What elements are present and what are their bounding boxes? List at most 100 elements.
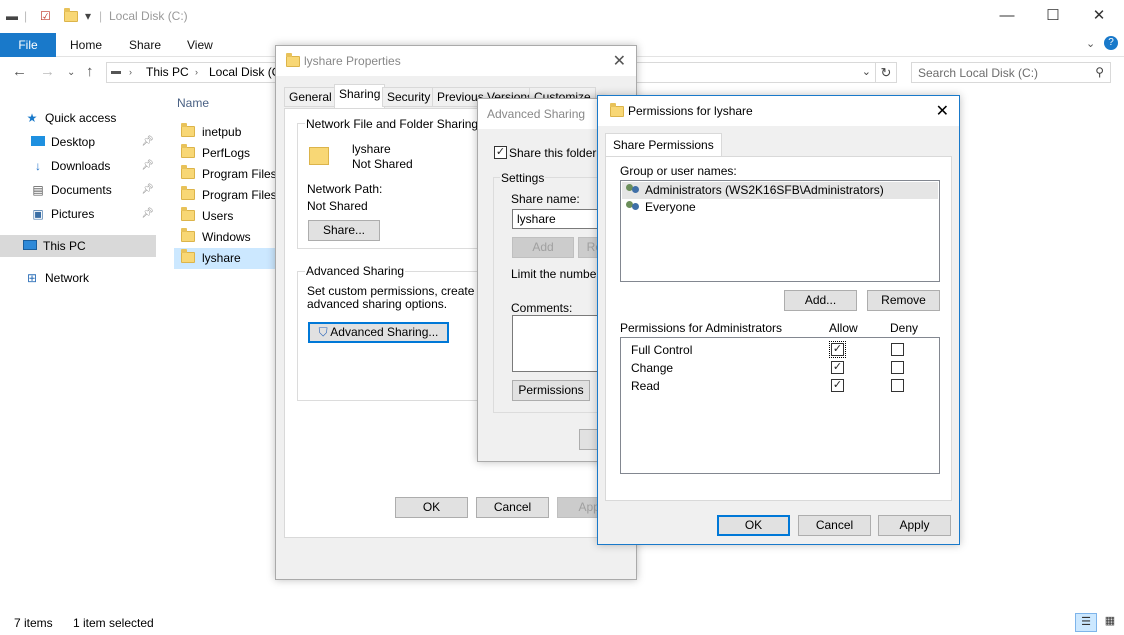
computer-icon [22, 235, 38, 257]
address-dropdown-icon[interactable]: ⌄ [862, 65, 871, 78]
nav-documents[interactable]: ▤ Documents 📌︎ [30, 179, 156, 201]
ok-button[interactable]: OK [395, 497, 468, 518]
ok-button[interactable]: OK [717, 515, 790, 536]
nav-downloads[interactable]: ↓ Downloads 📌︎ [30, 155, 156, 177]
share-this-folder-checkbox[interactable]: ✓ [494, 146, 507, 159]
pin-icon[interactable]: 📌︎ [141, 179, 154, 201]
file-row-windows[interactable]: Windows [174, 227, 279, 248]
tab-view[interactable]: View [187, 38, 213, 52]
file-row-users[interactable]: Users [174, 206, 279, 227]
remove-user-button[interactable]: Remove [867, 290, 940, 311]
downloads-icon: ↓ [35, 159, 41, 173]
file-row-program-files[interactable]: Program Files [174, 164, 279, 185]
crumb-this-pc[interactable]: This PC [146, 65, 189, 79]
close-button[interactable]: ✕ [1076, 4, 1122, 28]
advanced-sharing-title: Advanced Sharing [487, 107, 586, 121]
tab-general[interactable]: General [284, 87, 337, 107]
maximize-button[interactable]: ☐ [1030, 4, 1076, 28]
separator: | [99, 9, 103, 23]
forward-arrow-icon[interactable]: → [40, 63, 55, 80]
properties-title: lyshare Properties [304, 54, 401, 68]
share-name-label: Share name: [511, 192, 580, 206]
file-row-program-files-x86[interactable]: Program Files (x86) [174, 185, 279, 206]
folder-icon [181, 228, 195, 242]
share-this-folder-label: Share this folder [509, 146, 597, 160]
close-icon[interactable]: ✕ [936, 101, 949, 121]
tab-sharing[interactable]: Sharing [334, 84, 386, 108]
close-icon[interactable]: ✕ [613, 51, 626, 71]
comments-label: Comments: [511, 301, 573, 315]
share-button[interactable]: Share... [308, 220, 380, 241]
users-group-icon [626, 201, 642, 213]
cancel-button[interactable]: Cancel [476, 497, 549, 518]
user-row-everyone[interactable]: Everyone [622, 199, 938, 216]
users-group-icon [626, 184, 642, 196]
expand-ribbon-icon[interactable]: ⌄ [1086, 37, 1095, 50]
advanced-sharing-description-2: advanced sharing options. [307, 297, 448, 311]
search-input[interactable]: Search Local Disk (C:) ⚲ [911, 62, 1111, 83]
folder-icon [181, 123, 195, 137]
add-user-button[interactable]: Add... [784, 290, 857, 311]
users-listbox[interactable]: Administrators (WS2K16SFB\Administrators… [620, 180, 940, 282]
apply-button[interactable]: Apply [878, 515, 951, 536]
change-deny-checkbox[interactable] [891, 361, 904, 374]
tab-security[interactable]: Security [382, 87, 436, 107]
group-title-advanced-sharing: Advanced Sharing [305, 264, 406, 278]
search-placeholder: Search Local Disk (C:) [918, 66, 1039, 80]
new-folder-icon[interactable] [64, 8, 78, 25]
large-icons-view-icon[interactable]: ▦ [1100, 613, 1120, 632]
customize-quick-access-icon[interactable]: ▾ [85, 9, 91, 23]
nav-this-pc[interactable]: This PC [0, 235, 156, 257]
advanced-sharing-button[interactable]: ⛉ Advanced Sharing... [308, 322, 449, 343]
network-icon: ⊞ [26, 271, 38, 285]
read-allow-checkbox[interactable]: ✓ [831, 379, 844, 392]
full-control-deny-checkbox[interactable] [891, 343, 904, 356]
column-header-name[interactable]: Name [177, 96, 209, 110]
permissions-button[interactable]: Permissions [512, 380, 590, 401]
change-allow-checkbox[interactable]: ✓ [831, 361, 844, 374]
add-share-button[interactable]: Add [512, 237, 574, 258]
group-user-label: Group or user names: [620, 164, 737, 178]
settings-title: Settings [500, 171, 546, 185]
full-control-allow-checkbox[interactable]: ✓ [829, 341, 846, 358]
shared-folder-icon [309, 147, 329, 168]
file-row-inetpub[interactable]: inetpub [174, 122, 279, 143]
pin-icon[interactable]: 📌︎ [141, 203, 154, 225]
share-permissions-pane: Group or user names: Administrators (WS2… [605, 156, 952, 501]
nav-quick-access[interactable]: ★ Quick access [24, 107, 156, 129]
cancel-button[interactable]: Cancel [798, 515, 871, 536]
up-arrow-icon[interactable]: ↑ [86, 63, 94, 80]
properties-icon[interactable]: ☑ [40, 9, 51, 23]
permissions-listbox: Full Control ✓ Change ✓ Read ✓ [620, 337, 940, 474]
file-row-lyshare[interactable]: lyshare [174, 248, 279, 269]
search-icon: ⚲ [1095, 65, 1104, 79]
tab-home[interactable]: Home [70, 38, 102, 52]
tab-share-permissions[interactable]: Share Permissions [605, 133, 722, 157]
permission-name: Change [631, 361, 674, 375]
status-item-count: 7 items [14, 616, 53, 630]
refresh-icon[interactable]: ↻ [876, 62, 897, 83]
help-icon[interactable]: ? [1104, 36, 1118, 50]
tab-share[interactable]: Share [129, 38, 161, 52]
nav-network[interactable]: ⊞ Network [24, 267, 156, 289]
pin-icon[interactable]: 📌︎ [141, 155, 154, 177]
recent-locations-icon[interactable]: ⌄ [67, 67, 75, 78]
back-arrow-icon[interactable]: ← [12, 63, 27, 80]
documents-icon: ▤ [32, 183, 44, 197]
details-view-icon[interactable]: ☰ [1075, 613, 1097, 632]
nav-desktop[interactable]: Desktop 📌︎ [30, 131, 156, 153]
user-row-administrators[interactable]: Administrators (WS2K16SFB\Administrators… [622, 182, 938, 199]
permissions-dialog: Permissions for lyshare ✕ Share Permissi… [597, 95, 960, 545]
folder-icon [181, 186, 195, 200]
permissions-for-label: Permissions for Administrators [620, 321, 783, 335]
folder-icon [610, 103, 624, 120]
folder-icon [181, 165, 195, 179]
nav-pictures[interactable]: ▣ Pictures 📌︎ [30, 203, 156, 225]
separator: | [24, 9, 28, 23]
tab-file[interactable]: File [0, 33, 56, 57]
file-row-perflogs[interactable]: PerfLogs [174, 143, 279, 164]
window-titlebar: ▬ | ☑ ▾ | Local Disk (C:) — ☐ ✕ [0, 0, 1124, 33]
pin-icon[interactable]: 📌︎ [141, 131, 154, 153]
read-deny-checkbox[interactable] [891, 379, 904, 392]
minimize-button[interactable]: — [984, 4, 1030, 28]
